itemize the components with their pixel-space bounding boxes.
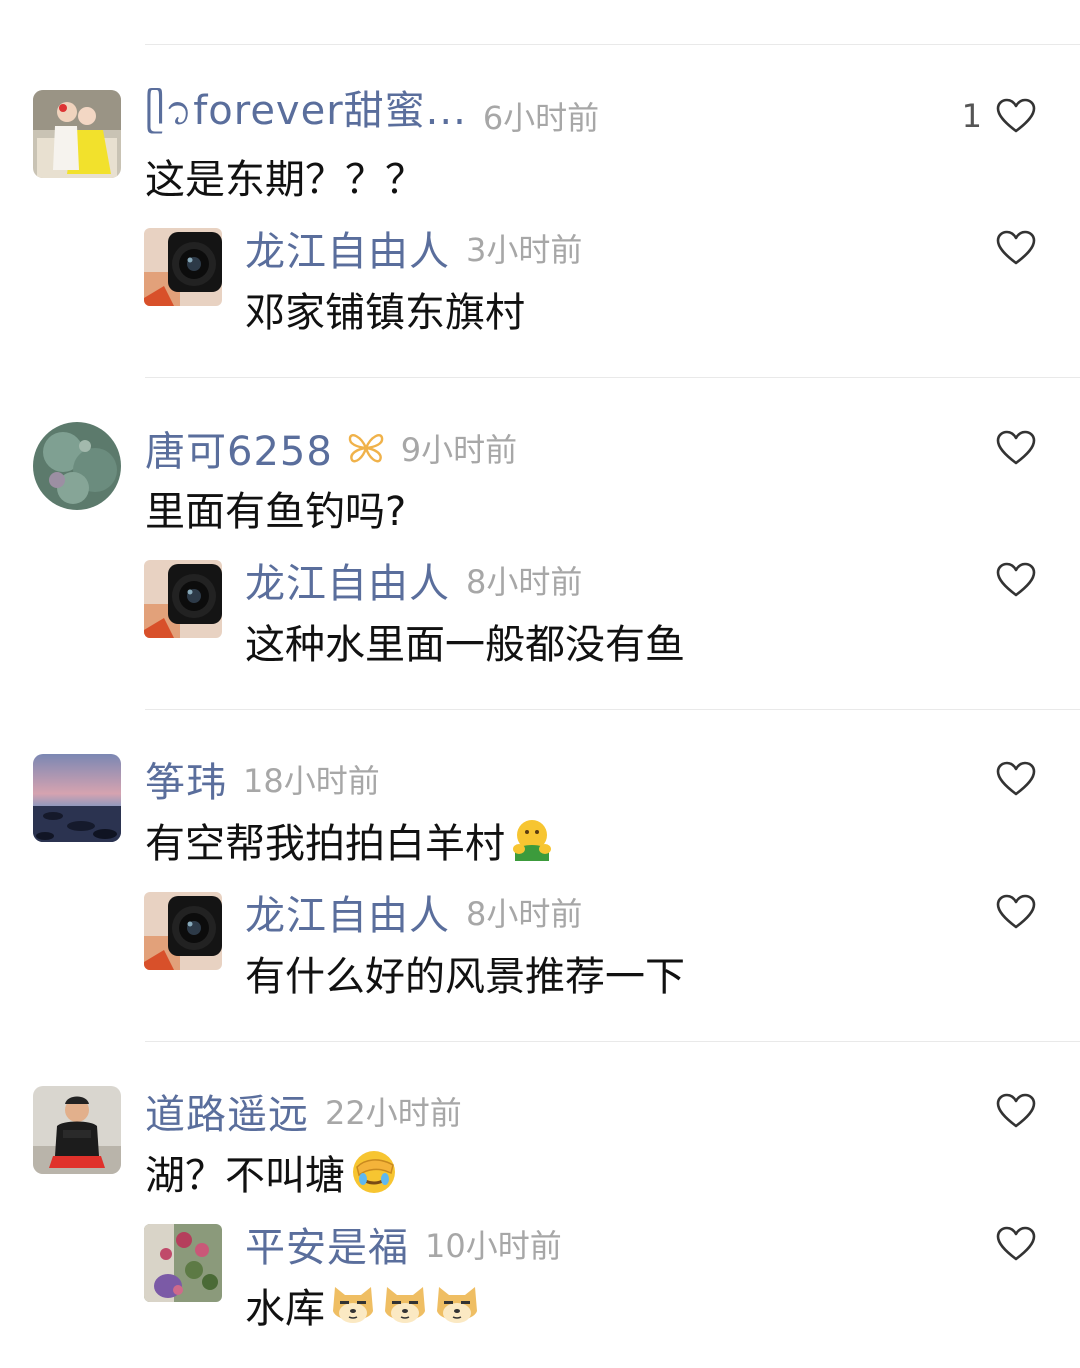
reply-text: 邓家铺镇东旗村 (245, 290, 525, 336)
username-link[interactable]: 道路遥远 (145, 1082, 309, 1140)
avatar[interactable] (144, 560, 222, 638)
reply-time: 10小时前 (425, 1227, 562, 1265)
heart-outline-icon (996, 562, 1036, 597)
comment-time: 9小时前 (400, 431, 518, 469)
heart-outline-icon (996, 761, 1036, 796)
username-link[interactable]: 筝玮 (145, 750, 227, 808)
comment-header: 道路遥远 22小时前 (145, 1083, 462, 1139)
reply-time: 8小时前 (466, 895, 583, 933)
heart-outline-icon (996, 1226, 1036, 1261)
butterfly-badge-icon (348, 434, 383, 463)
avatar[interactable] (144, 892, 222, 970)
doge-emoji (333, 1287, 373, 1323)
avatar[interactable] (33, 1086, 121, 1174)
reply-header: 龙江自由人 8小时前 (245, 552, 582, 608)
doge-emoji (385, 1287, 425, 1323)
heart-outline-icon (996, 98, 1036, 133)
like-button[interactable] (996, 420, 1036, 476)
heart-outline-icon (996, 1093, 1036, 1128)
comment-time: 18小时前 (243, 762, 380, 800)
comment-text: 里面有鱼钓吗? (145, 489, 407, 535)
username-link[interactable]: 龙江自由人 (245, 883, 450, 941)
comment-header: ᥫ᭡forever甜蜜... 6小时前 (145, 88, 599, 144)
reply-time: 8小时前 (466, 563, 583, 601)
username-link[interactable]: 龙江自由人 (245, 551, 450, 609)
reply-header: 龙江自由人 3小时前 (245, 220, 582, 276)
hug-emoji (513, 820, 551, 861)
username-link[interactable]: 唐可6258 (145, 419, 333, 477)
like-button[interactable]: 1 (962, 88, 1036, 144)
like-count: 1 (961, 97, 982, 135)
comment-time: 6小时前 (482, 99, 600, 137)
divider (145, 377, 1080, 378)
reply-time: 3小时前 (466, 231, 583, 269)
reply-header: 龙江自由人 8小时前 (245, 884, 582, 940)
comment-header: 筝玮 18小时前 (145, 751, 380, 807)
avatar[interactable] (144, 228, 222, 306)
heart-outline-icon (996, 230, 1036, 265)
heart-outline-icon (996, 894, 1036, 929)
username-link[interactable]: 龙江自由人 (245, 219, 450, 277)
like-button[interactable] (996, 884, 1036, 940)
reply-text: 这种水里面一般都没有鱼 (245, 622, 685, 668)
like-button[interactable] (996, 220, 1036, 276)
facepalm-emoji (353, 1151, 395, 1193)
avatar[interactable] (33, 90, 121, 178)
username-link[interactable]: ᥫ᭡forever甜蜜... (145, 78, 467, 154)
comment-header: 唐可6258 9小时前 (145, 420, 517, 476)
like-button[interactable] (996, 1083, 1036, 1139)
comment-text: 湖？不叫塘 (145, 1144, 399, 1200)
like-button[interactable] (996, 552, 1036, 608)
comment-text: 有空帮我拍拍白羊村 (145, 812, 555, 868)
divider (145, 44, 1080, 45)
like-button[interactable] (996, 1216, 1036, 1272)
avatar[interactable] (144, 1224, 222, 1302)
heart-outline-icon (996, 430, 1036, 465)
divider (145, 1041, 1080, 1042)
comment-time: 22小时前 (325, 1094, 462, 1132)
doge-emoji (437, 1287, 477, 1323)
username-link[interactable]: 平安是福 (245, 1215, 409, 1273)
comment-text: 这是东期？？？ (145, 157, 425, 203)
reply-text: 有什么好的风景推荐一下 (245, 954, 685, 1000)
avatar[interactable] (33, 422, 121, 510)
avatar[interactable] (33, 754, 121, 842)
like-button[interactable] (996, 751, 1036, 807)
divider (145, 709, 1080, 710)
reply-text: 水库 (245, 1277, 481, 1333)
reply-header: 平安是福 10小时前 (245, 1216, 562, 1272)
